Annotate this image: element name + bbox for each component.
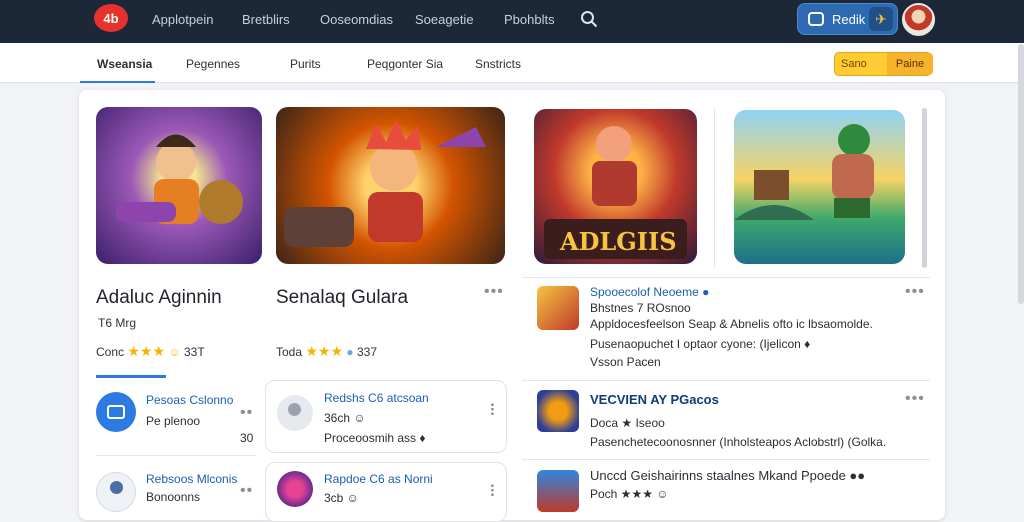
more-options-icon[interactable]: ••• <box>484 283 504 301</box>
game-thumb-icon <box>277 471 313 507</box>
nav-link-1[interactable]: Applotpein <box>152 12 213 27</box>
game-art-3[interactable]: ADLGIIS <box>534 109 697 264</box>
tab-1[interactable]: Wseansia <box>97 57 152 71</box>
featured-title-1[interactable]: Adaluc Aginnin <box>96 287 222 309</box>
nav-link-5[interactable]: Pbohblts <box>504 12 555 27</box>
rating-value-2: 337 <box>356 345 377 359</box>
mid-item-title-1[interactable]: Redshs C6 atcsoan <box>324 391 429 405</box>
more-options-icon[interactable]: ••• <box>486 403 497 417</box>
featured-rating-1: Conc ★★★ ☺ 33T <box>96 343 205 360</box>
points-label: Sano <box>841 58 867 70</box>
right-item-title-1[interactable]: Spooecolof Neoeme ● <box>590 285 709 299</box>
more-options-icon[interactable]: ••• <box>486 484 497 498</box>
right-item-title-3[interactable]: Unccd Geishairinns staalnes Mkand Ppoede… <box>590 468 865 483</box>
right-item-line4-1: Vsson Pacen <box>590 355 661 369</box>
panel-scrollbar[interactable] <box>922 108 927 268</box>
list-divider <box>96 455 256 456</box>
app-logo[interactable]: 4b <box>94 4 128 32</box>
list-divider <box>522 380 930 381</box>
star-icon: ★★★ <box>127 343 166 359</box>
search-icon[interactable] <box>580 10 598 28</box>
right-item-title-2[interactable]: VECVIEN AY PGacos <box>590 392 719 407</box>
nav-link-2[interactable]: Bretblirs <box>242 12 290 27</box>
controller-icon <box>808 12 824 26</box>
game-art-4[interactable] <box>734 110 905 264</box>
game-thumb-3[interactable] <box>537 470 579 512</box>
plane-icon[interactable]: ✈ <box>869 7 893 31</box>
nav-link-3[interactable]: Ooseomdias <box>320 12 393 27</box>
mid-item-line2-1: 36ch ☺ <box>324 411 366 425</box>
left-item-sub-2: Bonoonns <box>146 490 201 504</box>
mid-item-line2-2: 3cb ☺ <box>324 491 359 505</box>
tab-bar: Wseansia Pegennes Purits Peqgonter Sia S… <box>0 43 1024 83</box>
right-item-line1-3: Poch ★★★ ☺ <box>590 487 669 501</box>
tab-3[interactable]: Purits <box>290 57 321 71</box>
hero-figure-2 <box>284 120 486 247</box>
nav-link-4[interactable]: Soeagetie <box>415 12 474 27</box>
game-thumb-1[interactable] <box>537 286 579 330</box>
right-item-line2-1: Appldocesfeelson Seap & Abnelis ofto ic … <box>590 317 873 331</box>
left-item-count-1: 30 <box>240 431 254 445</box>
featured-title-2[interactable]: Senalaq Gulara <box>276 287 408 309</box>
points-value: Paine <box>887 53 933 75</box>
folder-icon[interactable] <box>96 392 136 432</box>
hero-figure-1 <box>116 134 243 224</box>
star-icon: ★★★ <box>305 343 344 359</box>
featured-rating-2: Toda ★★★ ● 337 <box>276 343 377 360</box>
featured-sub-1: T6 Mrg <box>98 316 137 330</box>
right-item-line1-2: Doca ★ Iseoo <box>590 416 665 430</box>
action-button-label: Redik <box>832 12 866 27</box>
left-item-sub-1: Pe plenoo <box>146 414 201 428</box>
person-icon[interactable] <box>96 472 136 512</box>
mid-item-title-2[interactable]: Rapdoe C6 as Norni <box>324 472 433 486</box>
list-divider <box>522 459 930 460</box>
more-options-icon[interactable]: •• <box>240 404 253 422</box>
rating-value-1: 33T <box>183 345 205 359</box>
top-navigation-bar: 4b Applotpein Bretblirs Ooseomdias Soeag… <box>0 0 1024 43</box>
rating-label-2: Toda <box>276 345 303 359</box>
page-scrollbar[interactable] <box>1018 44 1024 304</box>
game-art-1[interactable] <box>96 107 262 264</box>
column-divider <box>714 108 715 268</box>
game-art-2[interactable] <box>276 107 505 264</box>
tab-2[interactable]: Pegennes <box>186 57 240 71</box>
tab-5[interactable]: Snstricts <box>475 57 521 71</box>
list-divider <box>522 277 930 278</box>
left-item-title-1[interactable]: Pesoas Cslonno <box>146 393 233 407</box>
rating-label-1: Conc <box>96 345 125 359</box>
action-button[interactable]: Redik ✈ <box>797 3 898 35</box>
user-avatar[interactable] <box>902 3 935 36</box>
right-item-line3-1: Pusenaopuchet I optaor cyone: (Ijelicon … <box>590 337 811 351</box>
banner-text: ADLGIIS <box>560 227 677 256</box>
section-indicator <box>96 375 166 378</box>
right-item-line2-2: Pasenchetecoonosnner (Inholsteapos Aclob… <box>590 435 887 449</box>
points-badge[interactable]: Sano Paine <box>834 52 933 76</box>
more-options-icon[interactable]: ••• <box>905 390 925 408</box>
hero-figure-4 <box>734 124 874 220</box>
left-item-title-2[interactable]: Rebsoos Mlconis <box>146 472 237 486</box>
more-options-icon[interactable]: ••• <box>905 283 925 301</box>
active-tab-indicator <box>80 81 155 83</box>
smile-icon: ☺ <box>168 345 181 359</box>
mid-item-line3-1: Proceoosmih ass ♦ <box>324 431 426 445</box>
tab-4[interactable]: Peqgonter Sia <box>367 57 443 71</box>
right-item-line1-1: Bhstnes 7 ROsnoo <box>590 301 691 315</box>
more-options-icon[interactable]: •• <box>240 482 253 500</box>
globe-icon: ● <box>346 345 354 359</box>
game-thumb-2[interactable] <box>537 390 579 432</box>
person-icon <box>277 395 313 431</box>
